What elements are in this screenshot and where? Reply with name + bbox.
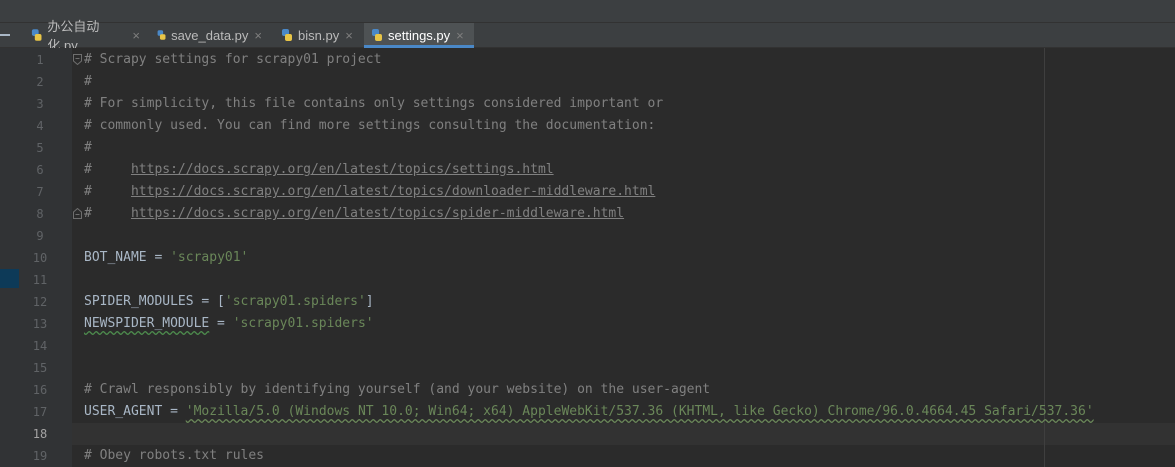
string-literal: 'scrapy01.spiders' (224, 294, 366, 309)
close-icon[interactable]: × (254, 28, 262, 43)
code-line-comment: # Crawl responsibly by identifying yours… (84, 382, 711, 397)
doc-link[interactable]: https://docs.scrapy.org/en/latest/topics… (131, 184, 655, 199)
line-number: 13 (32, 317, 48, 331)
line-number: 5 (36, 141, 44, 155)
code-line-comment: # https://docs.scrapy.org/en/latest/topi… (84, 159, 554, 181)
code-line-comment: # (84, 140, 92, 155)
code-line-comment: # For simplicity, this file contains onl… (84, 96, 664, 111)
line-number: 8 (36, 207, 44, 221)
line-number: 3 (36, 97, 44, 111)
code-line-comment: # https://docs.scrapy.org/en/latest/topi… (84, 203, 624, 225)
operator: = (162, 404, 186, 419)
python-file-icon (372, 29, 382, 41)
line-number: 2 (36, 75, 44, 89)
variable-name: USER_AGENT (84, 404, 163, 419)
python-file-icon (31, 29, 42, 41)
line-number: 15 (32, 361, 48, 375)
code-line-comment: # Scrapy settings for scrapy01 project (84, 52, 382, 67)
code-line-user-agent: USER_AGENT = 'Mozilla/5.0 (Windows NT 10… (84, 401, 1094, 423)
tab-label: settings.py (388, 27, 451, 43)
line-number-current: 18 (32, 427, 48, 441)
code-line-comment: # commonly used. You can find more setti… (84, 118, 656, 133)
line-number: 6 (36, 163, 44, 177)
operator: = [ (193, 294, 225, 309)
line-number: 12 (32, 295, 48, 309)
code-line-comment: # (84, 74, 92, 89)
tab-office-automation[interactable]: 办公自动化.py × (24, 19, 146, 53)
line-number: 4 (36, 119, 44, 133)
variable-name: SPIDER_MODULES (84, 294, 194, 309)
code-line-comment: # https://docs.scrapy.org/en/latest/topi… (84, 181, 655, 203)
current-line-highlight (72, 423, 1175, 445)
fold-icon[interactable] (73, 54, 82, 65)
code-line-newspider-module: NEWSPIDER_MODULE = 'scrapy01.spiders' (84, 313, 374, 335)
tab-label: bisn.py (298, 27, 340, 43)
line-number: 9 (36, 229, 44, 243)
close-icon[interactable]: × (456, 28, 464, 43)
python-file-icon (157, 30, 166, 40)
operator: = (146, 250, 171, 265)
line-number: 16 (32, 383, 48, 397)
line-number: 11 (32, 273, 48, 287)
code-line-spider-modules: SPIDER_MODULES = ['scrapy01.spiders'] (84, 291, 374, 313)
selection-marker (0, 269, 19, 288)
code-line-comment: # Obey robots.txt rules (84, 448, 265, 463)
python-file-icon (282, 29, 292, 41)
string-literal: 'Mozilla/5.0 (Windows NT 10.0; Win64; x6… (185, 404, 1094, 419)
close-icon[interactable]: × (132, 28, 140, 43)
line-number: 19 (32, 449, 48, 463)
variable-name: NEWSPIDER_MODULE (84, 316, 210, 331)
title-bar (0, 0, 1175, 23)
doc-link[interactable]: https://docs.scrapy.org/en/latest/topics… (131, 162, 554, 177)
editor-tab-bar: 办公自动化.py × save_data.py × bisn.py × sett… (0, 19, 1175, 53)
line-number: 10 (32, 251, 48, 265)
bracket: ] (365, 294, 374, 309)
variable-name: BOT_NAME (84, 250, 147, 265)
project-panel-strip (0, 48, 20, 467)
fold-end-icon[interactable] (73, 208, 82, 219)
minimize-icon[interactable] (0, 34, 10, 36)
line-number: 1 (36, 53, 44, 67)
operator: = (209, 316, 233, 331)
comment-prefix: # (84, 206, 131, 221)
tab-save-data[interactable]: save_data.py × (150, 23, 268, 47)
tab-label: save_data.py (171, 27, 249, 43)
close-icon[interactable]: × (345, 28, 353, 43)
line-number: 7 (36, 185, 44, 199)
tab-bisn[interactable]: bisn.py × (274, 23, 362, 47)
line-number: 17 (32, 405, 48, 419)
tab-settings[interactable]: settings.py × (364, 23, 474, 48)
string-literal: 'scrapy01' (170, 250, 249, 265)
string-literal: 'scrapy01.spiders' (232, 316, 374, 331)
code-line-bot-name: BOT_NAME = 'scrapy01' (84, 247, 248, 269)
comment-prefix: # (84, 162, 131, 177)
comment-prefix: # (84, 184, 131, 199)
line-number: 14 (32, 339, 48, 353)
doc-link[interactable]: https://docs.scrapy.org/en/latest/topics… (131, 206, 624, 221)
